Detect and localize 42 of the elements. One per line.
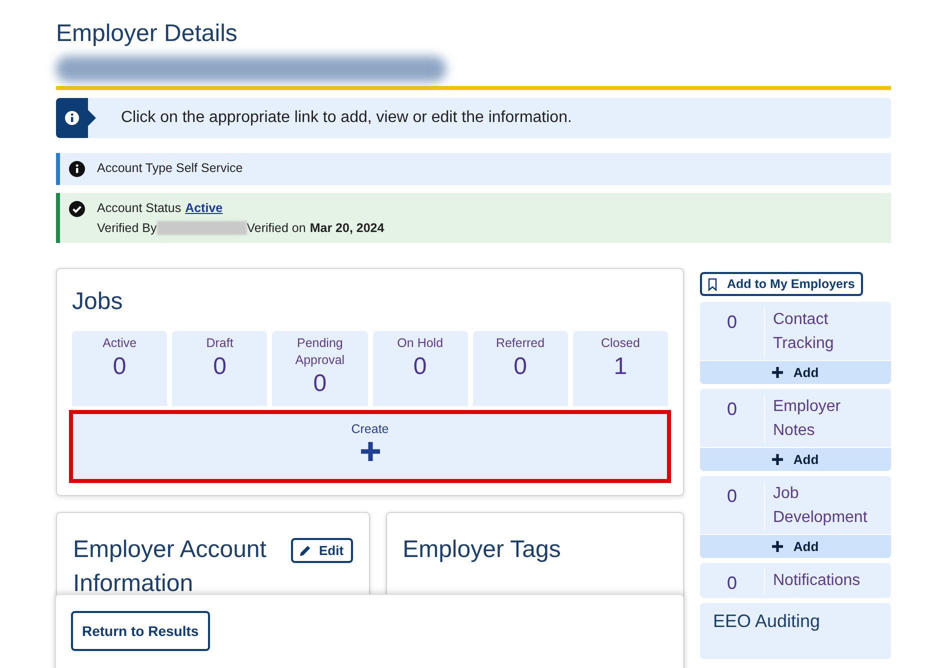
create-job-button[interactable]: Create <box>69 410 671 483</box>
plus-icon <box>772 454 784 465</box>
info-text: Click on the appropriate link to add, view or edit the information. <box>121 109 572 127</box>
job-stat-tile[interactable]: Closed 1 <box>572 331 668 406</box>
sidebar-count: 0 <box>700 395 765 443</box>
add-button[interactable]: Add <box>700 534 891 558</box>
pencil-icon <box>300 545 311 556</box>
sidebar-count: 0 <box>700 482 765 530</box>
verified-date: Mar 20, 2024 <box>310 221 384 235</box>
job-stat-tile[interactable]: Pending Approval 0 <box>272 331 368 406</box>
add-button[interactable]: Add <box>700 447 891 471</box>
check-icon <box>69 201 85 217</box>
bookmark-icon <box>708 278 717 290</box>
verified-by-label: Verified By <box>97 221 157 235</box>
verified-on-label: Verified on <box>246 221 306 235</box>
job-stat-tile[interactable]: Active 0 <box>72 331 168 406</box>
plus-icon <box>772 367 784 378</box>
sidebar-link[interactable]: Contact Tracking <box>765 308 873 356</box>
job-stat-tile[interactable]: Draft 0 <box>172 331 268 406</box>
sidebar-count: 0 <box>700 308 765 356</box>
info-icon <box>69 161 85 177</box>
sidebar-link[interactable]: Job Development <box>765 482 873 530</box>
tags-title: Employer Tags <box>402 535 562 565</box>
info-icon <box>65 111 79 125</box>
sidebar-link[interactable]: Notifications <box>765 569 873 594</box>
account-info-title: Employer Account Information <box>73 535 268 599</box>
plus-icon <box>772 541 784 552</box>
eeo-auditing-section: EEO Auditing <box>700 603 891 659</box>
status-label: Account Status <box>97 201 182 215</box>
page-title: Employer Details <box>56 19 238 49</box>
job-stat-tile[interactable]: On Hold 0 <box>372 331 468 406</box>
return-button[interactable]: Return to Results <box>71 611 210 651</box>
add-to-employers-button[interactable]: Add to My Employers <box>700 272 863 296</box>
account-type-text: Account Type Self Service <box>97 161 243 177</box>
sidebar-link[interactable]: Employer Notes <box>765 395 873 443</box>
sidebar-count: 0 <box>700 569 765 594</box>
job-stat-tile[interactable]: Referred 0 <box>472 331 568 406</box>
edit-button[interactable]: Edit <box>291 538 353 563</box>
status-link[interactable]: Active <box>185 201 223 215</box>
plus-icon <box>360 442 380 461</box>
jobs-title: Jobs <box>72 287 124 317</box>
add-button[interactable]: Add <box>700 360 891 384</box>
